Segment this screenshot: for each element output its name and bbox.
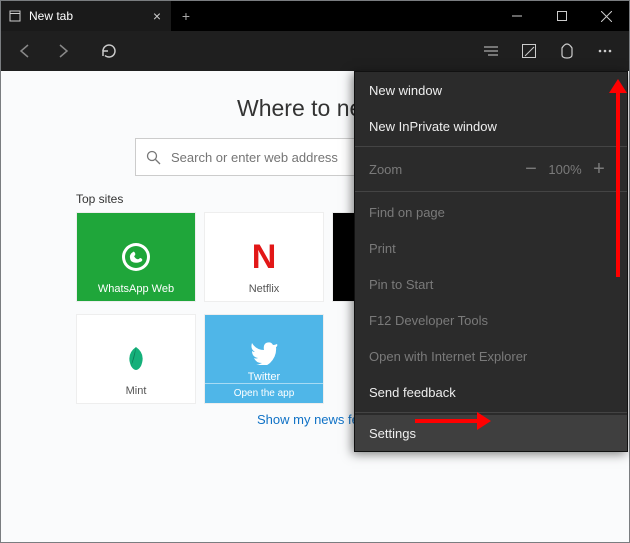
browser-window: New tab × +	[0, 0, 630, 543]
whatsapp-icon	[120, 241, 152, 273]
zoom-value: 100%	[545, 162, 585, 177]
zoom-out-button[interactable]: −	[517, 158, 545, 181]
menu-open-ie[interactable]: Open with Internet Explorer	[355, 338, 627, 374]
netflix-icon: N	[252, 238, 277, 277]
menu-find[interactable]: Find on page	[355, 194, 627, 230]
minimize-button[interactable]	[494, 1, 539, 31]
menu-separator	[355, 412, 627, 413]
tile-sublabel[interactable]: Open the app	[205, 383, 323, 403]
tile-label: Twitter	[205, 371, 323, 383]
tile-label: WhatsApp Web	[77, 283, 195, 295]
page-icon	[9, 10, 21, 22]
maximize-button[interactable]	[539, 1, 584, 31]
menu-print[interactable]: Print	[355, 230, 627, 266]
menu-new-inprivate[interactable]: New InPrivate window	[355, 108, 627, 144]
more-button[interactable]	[587, 33, 623, 69]
zoom-in-button[interactable]: +	[585, 158, 613, 181]
more-menu: New window New InPrivate window Zoom − 1…	[354, 71, 628, 452]
menu-separator	[355, 146, 627, 147]
menu-settings[interactable]: Settings	[355, 415, 627, 451]
tab-title: New tab	[29, 9, 73, 23]
zoom-label: Zoom	[369, 162, 402, 177]
tile-label: Netflix	[205, 283, 323, 295]
tile-label: Mint	[77, 385, 195, 397]
titlebar: New tab × +	[1, 1, 629, 31]
menu-pin[interactable]: Pin to Start	[355, 266, 627, 302]
tile-netflix[interactable]: N Netflix	[204, 212, 324, 302]
menu-devtools[interactable]: F12 Developer Tools	[355, 302, 627, 338]
refresh-button[interactable]	[91, 33, 127, 69]
note-button[interactable]	[511, 33, 547, 69]
reading-view-button[interactable]	[473, 33, 509, 69]
menu-separator	[355, 191, 627, 192]
menu-zoom-row: Zoom − 100% +	[355, 149, 627, 189]
back-button[interactable]	[7, 33, 43, 69]
tile-mint[interactable]: Mint	[76, 314, 196, 404]
twitter-icon	[250, 341, 278, 365]
tab-newtab[interactable]: New tab ×	[1, 1, 171, 31]
menu-feedback[interactable]: Send feedback	[355, 374, 627, 410]
toolbar	[1, 31, 629, 71]
close-button[interactable]	[584, 1, 629, 31]
share-button[interactable]	[549, 33, 585, 69]
forward-button[interactable]	[45, 33, 81, 69]
tile-whatsapp[interactable]: WhatsApp Web	[76, 212, 196, 302]
menu-new-window[interactable]: New window	[355, 72, 627, 108]
search-icon	[146, 150, 161, 165]
tab-close-icon[interactable]: ×	[153, 8, 161, 24]
new-tab-button[interactable]: +	[171, 1, 201, 31]
mint-icon	[121, 344, 151, 374]
tile-twitter[interactable]: Twitter Open the app	[204, 314, 324, 404]
